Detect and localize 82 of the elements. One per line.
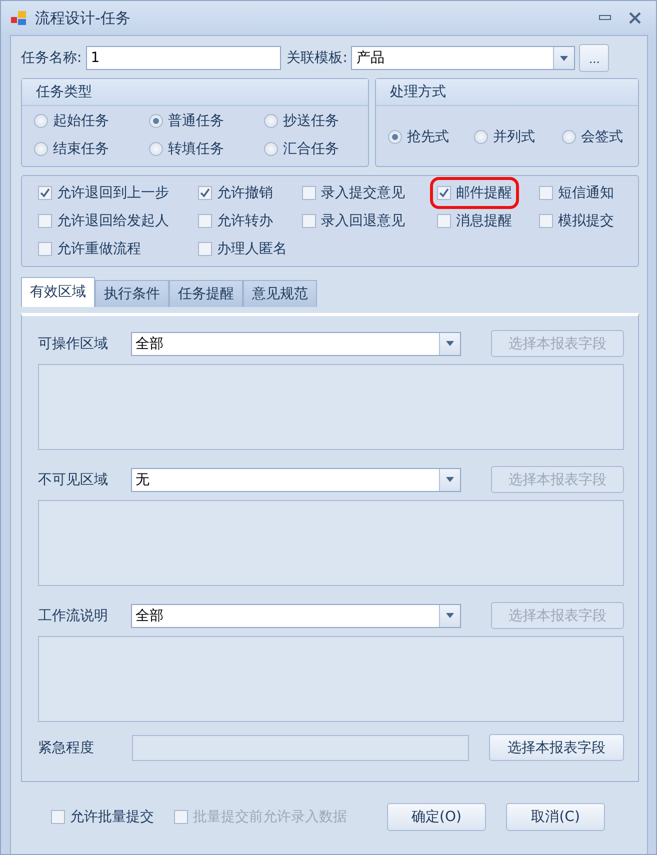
checkbox-label: 消息提醒 xyxy=(456,212,512,230)
checkbox[interactable] xyxy=(302,214,316,228)
tab[interactable]: 执行条件 xyxy=(95,280,169,307)
text-area[interactable] xyxy=(38,636,624,722)
field-label: 任务名称: xyxy=(21,49,82,67)
caret-icon xyxy=(446,613,454,618)
checkbox[interactable] xyxy=(198,242,212,256)
checkbox-label: 录入提交意见 xyxy=(321,184,405,202)
radio-button[interactable] xyxy=(388,130,402,144)
field-label: 可操作区域 xyxy=(38,334,109,352)
checkbox[interactable] xyxy=(437,214,451,228)
caret-icon xyxy=(446,341,454,346)
browse-button[interactable]: ... xyxy=(579,44,610,72)
group-title: 任务类型 xyxy=(22,79,368,106)
checkbox[interactable] xyxy=(198,186,212,200)
checkbox-label: 短信通知 xyxy=(558,184,614,202)
dropdown-button[interactable] xyxy=(439,468,460,490)
close-icon[interactable] xyxy=(629,12,641,24)
radio-button[interactable] xyxy=(149,114,163,128)
checkbox-label: 允许重做流程 xyxy=(57,240,141,258)
dropdown-field[interactable]: 产品 xyxy=(351,46,576,70)
radio-label: 抢先式 xyxy=(407,128,449,146)
radio-label: 汇合任务 xyxy=(283,140,339,158)
radio-button[interactable] xyxy=(34,114,48,128)
checkbox-label: 模拟提交 xyxy=(558,212,614,230)
radio-button[interactable] xyxy=(264,142,278,156)
dropdown-button[interactable] xyxy=(439,332,460,354)
radio-label: 抄送任务 xyxy=(283,112,339,130)
radio-label: 结束任务 xyxy=(53,140,109,158)
app-icon xyxy=(11,10,27,26)
checkbox[interactable] xyxy=(539,214,553,228)
checkbox-label: 办理人匿名 xyxy=(217,240,287,258)
group-title: 处理方式 xyxy=(376,79,638,106)
radio-label: 转填任务 xyxy=(168,140,224,158)
field-label: 关联模板: xyxy=(286,49,348,67)
radio-button[interactable] xyxy=(562,130,576,144)
minimize-icon[interactable] xyxy=(599,15,611,21)
radio-button[interactable] xyxy=(264,114,278,128)
radio-label: 会签式 xyxy=(581,128,623,146)
checkbox-label: 批量提交前允许录入数据 xyxy=(193,808,347,826)
checkbox[interactable] xyxy=(539,186,553,200)
checkbox[interactable] xyxy=(38,186,52,200)
checkbox-label: 邮件提醒 xyxy=(456,184,512,202)
checkbox[interactable] xyxy=(302,186,316,200)
input-field[interactable] xyxy=(132,734,469,760)
checkbox[interactable] xyxy=(198,214,212,228)
checkbox-label: 允许退回到上一步 xyxy=(57,184,169,202)
select-field-button[interactable]: 选择本报表字段 xyxy=(489,734,624,761)
checkbox-label: 录入回退意见 xyxy=(321,212,405,230)
field-label: 工作流说明 xyxy=(38,606,109,624)
checkbox[interactable] xyxy=(38,242,52,256)
dialog-button[interactable]: 确定(O) xyxy=(387,803,486,831)
radio-button[interactable] xyxy=(149,142,163,156)
window-title: 流程设计-任务 xyxy=(35,8,132,28)
radio-button[interactable] xyxy=(474,130,488,144)
dropdown-field[interactable]: 全部 xyxy=(130,604,462,628)
text-area[interactable] xyxy=(38,500,624,586)
checkbox[interactable] xyxy=(38,214,52,228)
tab[interactable]: 有效区域 xyxy=(21,277,95,307)
caret-icon xyxy=(560,56,568,60)
tab[interactable]: 任务提醒 xyxy=(169,280,243,307)
dropdown-button[interactable] xyxy=(439,604,460,626)
checkbox-label: 允许批量提交 xyxy=(70,808,154,826)
dropdown-button[interactable] xyxy=(553,47,574,69)
checkbox-label: 允许转办 xyxy=(217,212,273,230)
radio-button[interactable] xyxy=(34,142,48,156)
checkbox[interactable] xyxy=(437,186,451,200)
radio-label: 并列式 xyxy=(493,128,535,146)
checkbox-label: 允许撤销 xyxy=(217,184,273,202)
checkbox-label: 允许退回给发起人 xyxy=(57,212,169,230)
text-area[interactable] xyxy=(38,364,624,450)
checkbox[interactable] xyxy=(51,810,65,824)
radio-label: 普通任务 xyxy=(168,112,224,130)
dropdown-field[interactable]: 无 xyxy=(130,468,462,492)
field-label: 不可见区域 xyxy=(38,470,109,488)
tab[interactable]: 意见规范 xyxy=(243,280,317,307)
radio-label: 起始任务 xyxy=(53,112,109,130)
caret-icon xyxy=(446,477,454,482)
dialog-button[interactable]: 取消(C) xyxy=(506,803,606,831)
input-field[interactable]: 1 xyxy=(86,46,281,70)
dropdown-field[interactable]: 全部 xyxy=(130,332,462,356)
field-label: 紧急程度 xyxy=(38,738,95,756)
